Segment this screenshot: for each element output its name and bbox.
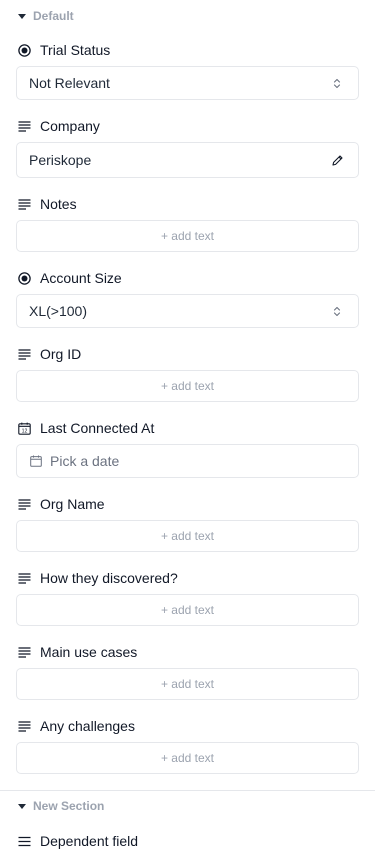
any-challenges-add-text[interactable]: + add text (16, 742, 359, 774)
field-label-dependent-field: Dependent field (18, 832, 138, 850)
menu-lines-icon (18, 835, 31, 848)
field-label-main-use-cases: Main use cases (18, 643, 137, 661)
radio-icon (18, 271, 31, 285)
field-label-org-name: Org Name (18, 495, 105, 513)
field-label-account-size: Account Size (18, 269, 122, 287)
chevron-up-down-icon (330, 304, 344, 318)
text-lines-icon (18, 198, 31, 211)
text-lines-icon (18, 348, 31, 361)
field-label-company: Company (18, 117, 100, 135)
field-label-last-connected-at: 12 Last Connected At (18, 419, 154, 437)
how-discovered-add-text[interactable]: + add text (16, 594, 359, 626)
text-lines-icon (18, 120, 31, 133)
section-toggle-default[interactable]: Default (18, 9, 74, 23)
caret-down-icon (18, 13, 26, 19)
field-label-trial-status: Trial Status (18, 41, 110, 59)
field-label-any-challenges: Any challenges (18, 717, 135, 735)
org-id-add-text[interactable]: + add text (16, 370, 359, 402)
section-title: New Section (33, 799, 105, 813)
main-use-cases-add-text[interactable]: + add text (16, 668, 359, 700)
calendar-icon (30, 455, 42, 467)
text-lines-icon (18, 498, 31, 511)
section-toggle-new-section[interactable]: New Section (18, 799, 104, 813)
radio-icon (18, 43, 31, 57)
caret-down-icon (18, 803, 26, 809)
pencil-icon[interactable] (330, 153, 344, 167)
section-divider (0, 790, 375, 791)
text-lines-icon (18, 646, 31, 659)
text-lines-icon (18, 572, 31, 585)
section-title: Default (33, 9, 74, 23)
field-label-how-discovered: How they discovered? (18, 569, 178, 587)
field-label-notes: Notes (18, 195, 77, 213)
calendar-day: 12 (22, 428, 28, 434)
chevron-up-down-icon (330, 76, 344, 90)
notes-add-text[interactable]: + add text (16, 220, 359, 252)
company-field[interactable]: Periskope (16, 142, 359, 178)
field-label-org-id: Org ID (18, 345, 81, 363)
calendar-icon: 12 (18, 422, 31, 435)
last-connected-date-picker[interactable]: Pick a date (16, 444, 359, 478)
org-name-add-text[interactable]: + add text (16, 520, 359, 552)
account-size-select[interactable]: XL(>100) (16, 294, 359, 328)
trial-status-select[interactable]: Not Relevant (16, 66, 359, 100)
text-lines-icon (18, 720, 31, 733)
